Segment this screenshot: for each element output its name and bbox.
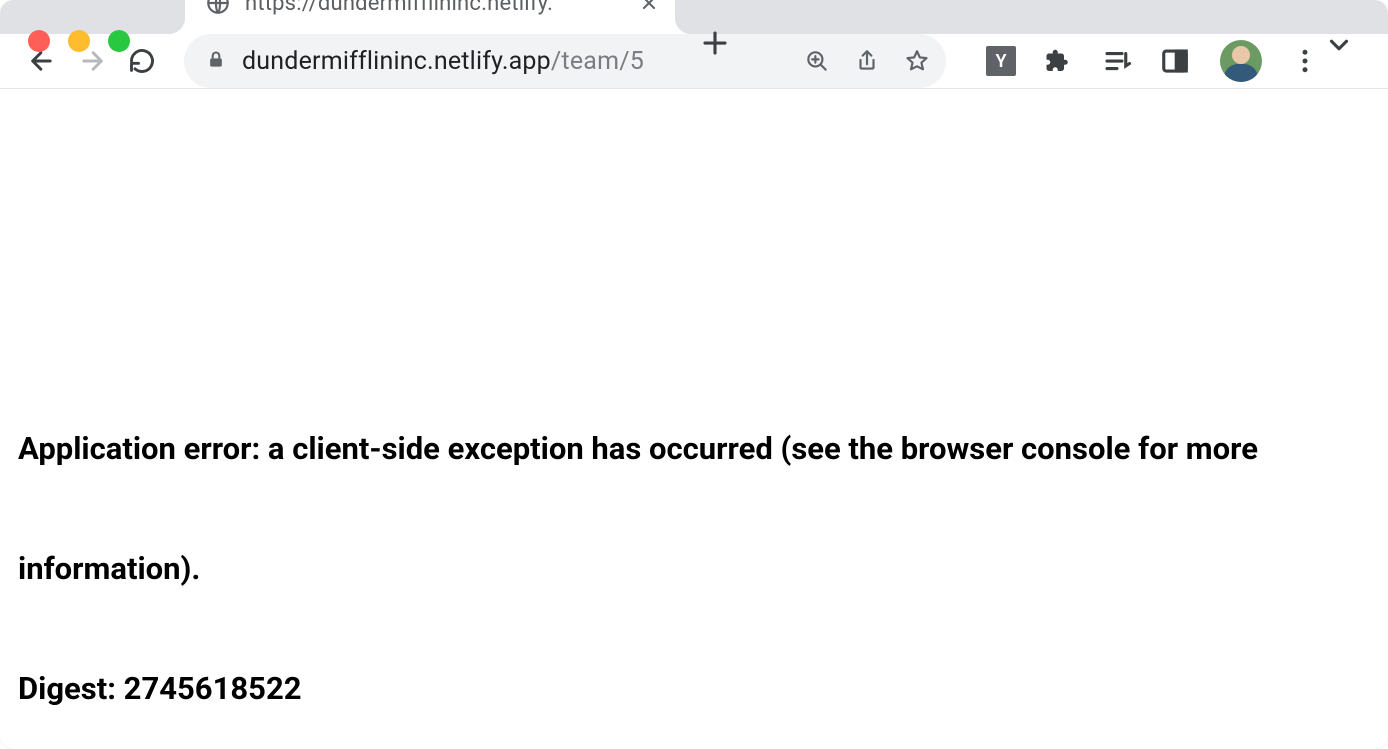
tab-search-button[interactable] xyxy=(1324,30,1354,60)
profile-avatar[interactable] xyxy=(1220,40,1262,82)
url-host: dundermifflininc.netlify.app xyxy=(242,47,551,76)
address-bar[interactable]: dundermifflininc.netlify.app/team/5 xyxy=(184,34,946,88)
reading-list-icon[interactable] xyxy=(1102,46,1132,76)
tab-strip: https://dundermifflininc.netlify. xyxy=(0,0,1388,34)
zoom-icon[interactable] xyxy=(804,48,830,74)
browser-toolbar: dundermifflininc.netlify.app/team/5 xyxy=(0,34,1388,89)
digest-value: 2745618522 xyxy=(124,670,302,707)
close-tab-button[interactable] xyxy=(639,0,659,13)
globe-icon xyxy=(205,0,231,16)
close-window-button[interactable] xyxy=(28,30,50,52)
digest-label: Digest: xyxy=(18,670,124,707)
page-content: Application error: a client-side excepti… xyxy=(0,89,1388,749)
extension-ycombinator[interactable]: Y xyxy=(986,46,1016,76)
omnibox-actions xyxy=(804,48,930,74)
lock-icon xyxy=(206,50,226,72)
browser-window: https://dundermifflininc.netlify. xyxy=(0,0,1388,749)
tab-title: https://dundermifflininc.netlify. xyxy=(245,0,621,16)
side-panel-icon[interactable] xyxy=(1160,46,1190,76)
browser-menu-button[interactable] xyxy=(1290,46,1320,76)
y-icon: Y xyxy=(986,46,1016,76)
error-message: Application error: a client-side excepti… xyxy=(18,430,1258,587)
share-icon[interactable] xyxy=(854,48,880,74)
bookmark-star-icon[interactable] xyxy=(904,48,930,74)
new-tab-button[interactable] xyxy=(700,28,730,58)
browser-tab[interactable]: https://dundermifflininc.netlify. xyxy=(185,0,675,34)
extensions-row: Y xyxy=(986,40,1320,82)
extensions-puzzle-icon[interactable] xyxy=(1044,46,1074,76)
window-controls xyxy=(28,30,130,52)
error-heading: Application error: a client-side excepti… xyxy=(0,389,1388,749)
fullscreen-window-button[interactable] xyxy=(108,30,130,52)
minimize-window-button[interactable] xyxy=(68,30,90,52)
url-path: /team/5 xyxy=(551,47,644,76)
